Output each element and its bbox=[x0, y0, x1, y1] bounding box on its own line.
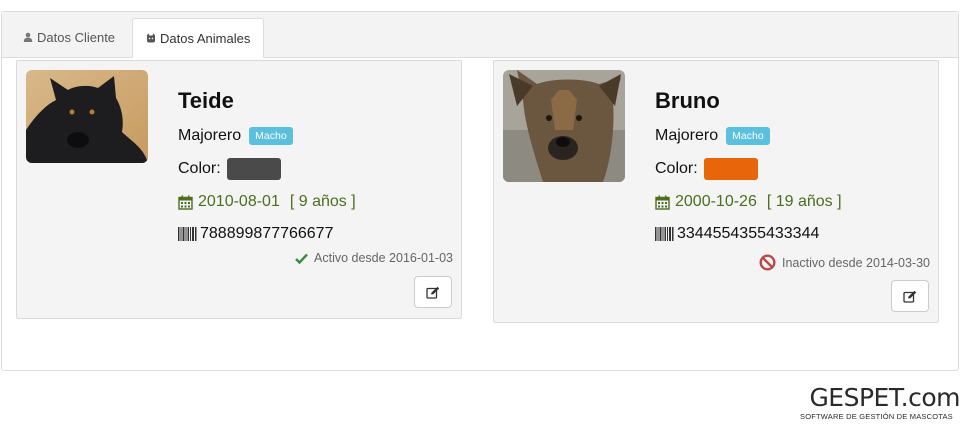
age: [ 9 años ] bbox=[289, 193, 356, 210]
birth-date: 2010-08-01 bbox=[198, 193, 280, 210]
chip-number: 3344554355433344 bbox=[677, 225, 820, 242]
chip-row: 3344554355433344 bbox=[655, 224, 930, 244]
check-icon bbox=[295, 253, 308, 264]
barcode-icon bbox=[655, 227, 674, 241]
status: Inactivo desde 2014-03-30 bbox=[759, 254, 930, 271]
status-text: Activo desde 2016-01-03 bbox=[314, 251, 453, 265]
calendar-icon bbox=[655, 195, 670, 210]
animal-name: Bruno bbox=[655, 88, 720, 113]
animal-card-bruno: Bruno Majorero Macho Color: 2000-10-26 [… bbox=[493, 60, 939, 323]
edit-button[interactable] bbox=[891, 280, 929, 312]
logo-tagline: Software de gestión de mascotas bbox=[800, 412, 953, 421]
user-icon bbox=[23, 32, 33, 42]
birth-date: 2000-10-26 bbox=[675, 193, 757, 210]
animal-info: Teide Majorero Macho Color: 2010-08-01 [… bbox=[178, 87, 453, 244]
color-row: Color: bbox=[178, 158, 453, 180]
animal-photo bbox=[503, 70, 625, 182]
edit-button[interactable] bbox=[414, 276, 452, 308]
barcode-icon bbox=[178, 227, 197, 241]
gespet-logo: GESPET.com Software de gestión de mascot… bbox=[800, 383, 962, 422]
animal-name: Teide bbox=[178, 88, 234, 113]
tab-label: Datos Cliente bbox=[37, 29, 116, 45]
sex-badge: Macho bbox=[726, 127, 770, 145]
tab-datos-animales[interactable]: Datos Animales bbox=[132, 18, 265, 58]
sex-badge: Macho bbox=[249, 127, 293, 145]
breed: Majorero bbox=[655, 127, 719, 144]
tab-bar: Datos Cliente Datos Animales bbox=[2, 12, 958, 58]
birth-date-row: 2000-10-26 [ 19 años ] bbox=[655, 192, 930, 212]
age: [ 19 años ] bbox=[766, 193, 842, 210]
animal-photo bbox=[26, 70, 148, 163]
logo-text: GESPET.com bbox=[809, 383, 960, 412]
chip-number: 788899877766677 bbox=[200, 225, 334, 242]
breed: Majorero bbox=[178, 127, 242, 144]
tab-datos-cliente[interactable]: Datos Cliente bbox=[10, 18, 128, 56]
tab-label: Datos Animales bbox=[160, 30, 251, 46]
calendar-icon bbox=[178, 195, 193, 210]
edit-icon bbox=[903, 290, 917, 303]
breed-row: Majorero Macho bbox=[178, 126, 453, 146]
paw-icon bbox=[147, 33, 155, 43]
chip-row: 788899877766677 bbox=[178, 224, 453, 244]
ban-icon bbox=[759, 254, 776, 271]
color-label: Color: bbox=[655, 160, 698, 177]
color-swatch bbox=[226, 158, 281, 180]
breed-row: Majorero Macho bbox=[655, 126, 930, 146]
color-swatch bbox=[703, 158, 758, 180]
color-label: Color: bbox=[178, 160, 221, 177]
color-row: Color: bbox=[655, 158, 930, 180]
animal-info: Bruno Majorero Macho Color: 2000-10-26 [… bbox=[655, 87, 930, 244]
status-text: Inactivo desde 2014-03-30 bbox=[781, 255, 930, 270]
animal-card-teide: Teide Majorero Macho Color: 2010-08-01 [… bbox=[16, 60, 462, 319]
edit-icon bbox=[426, 286, 440, 299]
birth-date-row: 2010-08-01 [ 9 años ] bbox=[178, 192, 453, 212]
status: Activo desde 2016-01-03 bbox=[295, 251, 453, 265]
